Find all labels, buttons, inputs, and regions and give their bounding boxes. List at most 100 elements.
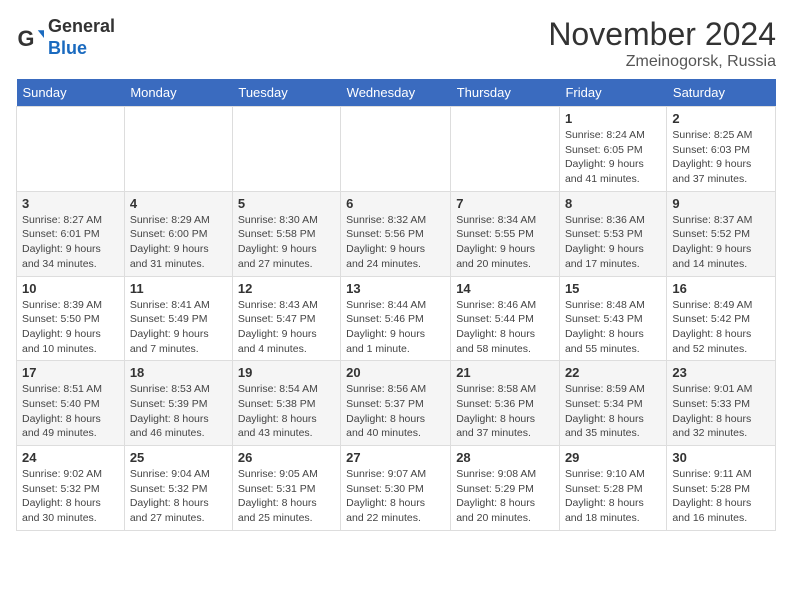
day-info: Sunrise: 8:36 AM Sunset: 5:53 PM Dayligh… <box>565 213 661 272</box>
day-number: 5 <box>238 196 335 211</box>
day-info: Sunrise: 9:07 AM Sunset: 5:30 PM Dayligh… <box>346 467 445 526</box>
day-number: 28 <box>456 450 554 465</box>
logo: G General Blue <box>16 16 115 59</box>
table-row: 6 Sunrise: 8:32 AM Sunset: 5:56 PM Daylig… <box>341 191 451 276</box>
day-number: 22 <box>565 365 661 380</box>
day-info: Sunrise: 8:39 AM Sunset: 5:50 PM Dayligh… <box>22 298 119 357</box>
calendar-table: Sunday Monday Tuesday Wednesday Thursday… <box>16 79 776 531</box>
col-thursday: Thursday <box>451 79 560 107</box>
table-row: 14 Sunrise: 8:46 AM Sunset: 5:44 PM Dayli… <box>451 276 560 361</box>
table-row: 4Sunrise: 8:29 AM Sunset: 6:00 PM Daylig… <box>124 191 232 276</box>
day-number: 27 <box>346 450 445 465</box>
day-info: Sunrise: 8:54 AM Sunset: 5:38 PM Dayligh… <box>238 382 335 441</box>
table-row: 25Sunrise: 9:04 AM Sunset: 5:32 PM Dayli… <box>124 446 232 531</box>
day-number: 26 <box>238 450 335 465</box>
table-row: 5 Sunrise: 8:30 AM Sunset: 5:58 PM Daylig… <box>232 191 340 276</box>
table-row: 2Sunrise: 8:25 AM Sunset: 6:03 PM Daylig… <box>667 107 776 192</box>
calendar-week-row: 17 Sunrise: 8:51 AM Sunset: 5:40 PM Dayli… <box>17 361 776 446</box>
table-row: 19Sunrise: 8:54 AM Sunset: 5:38 PM Dayli… <box>232 361 340 446</box>
day-number: 6 <box>346 196 445 211</box>
day-info: Sunrise: 8:27 AM Sunset: 6:01 PM Dayligh… <box>22 213 119 272</box>
table-row: 22 Sunrise: 8:59 AM Sunset: 5:34 PM Dayli… <box>559 361 666 446</box>
table-row: 21 Sunrise: 8:58 AM Sunset: 5:36 PM Dayli… <box>451 361 560 446</box>
day-info: Sunrise: 8:46 AM Sunset: 5:44 PM Dayligh… <box>456 298 554 357</box>
day-info: Sunrise: 8:56 AM Sunset: 5:37 PM Dayligh… <box>346 382 445 441</box>
day-number: 24 <box>22 450 119 465</box>
day-number: 9 <box>672 196 770 211</box>
logo-general: General <box>48 16 115 36</box>
day-info: Sunrise: 9:11 AM Sunset: 5:28 PM Dayligh… <box>672 467 770 526</box>
day-number: 29 <box>565 450 661 465</box>
title-area: November 2024 Zmeinogorsk, Russia <box>548 16 776 71</box>
table-row: 8 Sunrise: 8:36 AM Sunset: 5:53 PM Daylig… <box>559 191 666 276</box>
table-row: 27 Sunrise: 9:07 AM Sunset: 5:30 PM Dayli… <box>341 446 451 531</box>
day-number: 17 <box>22 365 119 380</box>
table-row: 18Sunrise: 8:53 AM Sunset: 5:39 PM Dayli… <box>124 361 232 446</box>
day-number: 8 <box>565 196 661 211</box>
day-number: 16 <box>672 281 770 296</box>
table-row: 11 Sunrise: 8:41 AM Sunset: 5:49 PM Dayli… <box>124 276 232 361</box>
day-info: Sunrise: 8:44 AM Sunset: 5:46 PM Dayligh… <box>346 298 445 357</box>
day-number: 21 <box>456 365 554 380</box>
day-number: 10 <box>22 281 119 296</box>
col-tuesday: Tuesday <box>232 79 340 107</box>
day-info: Sunrise: 8:48 AM Sunset: 5:43 PM Dayligh… <box>565 298 661 357</box>
table-row: 12Sunrise: 8:43 AM Sunset: 5:47 PM Dayli… <box>232 276 340 361</box>
col-saturday: Saturday <box>667 79 776 107</box>
table-row: 26 Sunrise: 9:05 AM Sunset: 5:31 PM Dayli… <box>232 446 340 531</box>
day-info: Sunrise: 8:51 AM Sunset: 5:40 PM Dayligh… <box>22 382 119 441</box>
logo-blue: Blue <box>48 38 87 58</box>
day-info: Sunrise: 9:04 AM Sunset: 5:32 PM Dayligh… <box>130 467 227 526</box>
table-row: 30 Sunrise: 9:11 AM Sunset: 5:28 PM Dayli… <box>667 446 776 531</box>
calendar-week-row: 10 Sunrise: 8:39 AM Sunset: 5:50 PM Dayli… <box>17 276 776 361</box>
day-number: 20 <box>346 365 445 380</box>
day-info: Sunrise: 8:58 AM Sunset: 5:36 PM Dayligh… <box>456 382 554 441</box>
table-row <box>124 107 232 192</box>
table-row: 24 Sunrise: 9:02 AM Sunset: 5:32 PM Dayli… <box>17 446 125 531</box>
day-number: 4 <box>130 196 227 211</box>
svg-text:G: G <box>18 25 35 50</box>
day-info: Sunrise: 8:34 AM Sunset: 5:55 PM Dayligh… <box>456 213 554 272</box>
table-row: 20 Sunrise: 8:56 AM Sunset: 5:37 PM Dayli… <box>341 361 451 446</box>
table-row: 15 Sunrise: 8:48 AM Sunset: 5:43 PM Dayli… <box>559 276 666 361</box>
table-row <box>17 107 125 192</box>
calendar-header-row: Sunday Monday Tuesday Wednesday Thursday… <box>17 79 776 107</box>
table-row: 29 Sunrise: 9:10 AM Sunset: 5:28 PM Dayli… <box>559 446 666 531</box>
day-info: Sunrise: 9:05 AM Sunset: 5:31 PM Dayligh… <box>238 467 335 526</box>
table-row: 7 Sunrise: 8:34 AM Sunset: 5:55 PM Daylig… <box>451 191 560 276</box>
calendar-week-row: 1Sunrise: 8:24 AM Sunset: 6:05 PM Daylig… <box>17 107 776 192</box>
day-number: 13 <box>346 281 445 296</box>
day-number: 14 <box>456 281 554 296</box>
day-info: Sunrise: 8:43 AM Sunset: 5:47 PM Dayligh… <box>238 298 335 357</box>
table-row <box>341 107 451 192</box>
day-number: 3 <box>22 196 119 211</box>
day-info: Sunrise: 8:30 AM Sunset: 5:58 PM Dayligh… <box>238 213 335 272</box>
day-number: 15 <box>565 281 661 296</box>
day-number: 7 <box>456 196 554 211</box>
day-info: Sunrise: 9:10 AM Sunset: 5:28 PM Dayligh… <box>565 467 661 526</box>
col-sunday: Sunday <box>17 79 125 107</box>
table-row <box>232 107 340 192</box>
day-info: Sunrise: 9:02 AM Sunset: 5:32 PM Dayligh… <box>22 467 119 526</box>
day-number: 30 <box>672 450 770 465</box>
table-row: 3 Sunrise: 8:27 AM Sunset: 6:01 PM Daylig… <box>17 191 125 276</box>
day-info: Sunrise: 8:32 AM Sunset: 5:56 PM Dayligh… <box>346 213 445 272</box>
table-row: 28Sunrise: 9:08 AM Sunset: 5:29 PM Dayli… <box>451 446 560 531</box>
day-info: Sunrise: 8:41 AM Sunset: 5:49 PM Dayligh… <box>130 298 227 357</box>
col-monday: Monday <box>124 79 232 107</box>
logo-text: General Blue <box>48 16 115 59</box>
calendar-week-row: 24 Sunrise: 9:02 AM Sunset: 5:32 PM Dayli… <box>17 446 776 531</box>
day-number: 11 <box>130 281 227 296</box>
day-info: Sunrise: 9:01 AM Sunset: 5:33 PM Dayligh… <box>672 382 770 441</box>
month-title: November 2024 <box>548 16 776 53</box>
day-number: 18 <box>130 365 227 380</box>
calendar-week-row: 3 Sunrise: 8:27 AM Sunset: 6:01 PM Daylig… <box>17 191 776 276</box>
table-row: 16Sunrise: 8:49 AM Sunset: 5:42 PM Dayli… <box>667 276 776 361</box>
day-number: 23 <box>672 365 770 380</box>
day-info: Sunrise: 8:37 AM Sunset: 5:52 PM Dayligh… <box>672 213 770 272</box>
table-row: 1Sunrise: 8:24 AM Sunset: 6:05 PM Daylig… <box>559 107 666 192</box>
table-row: 9 Sunrise: 8:37 AM Sunset: 5:52 PM Daylig… <box>667 191 776 276</box>
location-subtitle: Zmeinogorsk, Russia <box>548 53 776 71</box>
day-info: Sunrise: 8:59 AM Sunset: 5:34 PM Dayligh… <box>565 382 661 441</box>
day-number: 2 <box>672 111 770 126</box>
